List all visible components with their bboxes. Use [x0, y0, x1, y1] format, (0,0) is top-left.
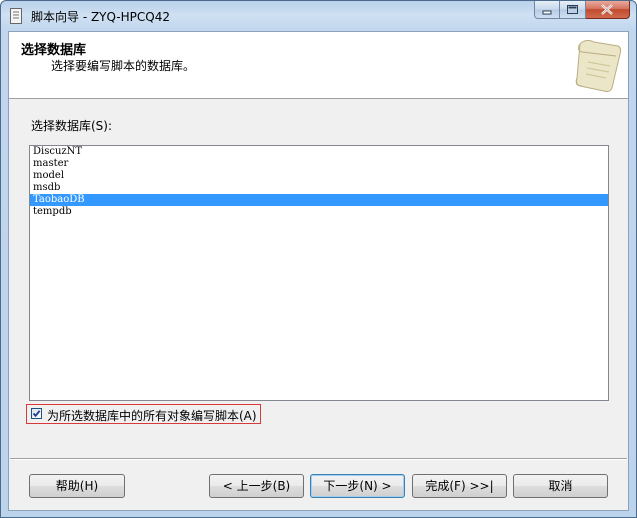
database-item-tempdb[interactable]: tempdb — [30, 206, 608, 218]
scroll-icon — [575, 39, 622, 93]
app-document-icon — [10, 8, 22, 24]
script-all-objects-checkbox[interactable] — [31, 408, 42, 419]
database-listbox[interactable]: DiscuzNT master model msdb TaobaoDB temp… — [29, 145, 609, 401]
help-button[interactable]: 帮助(H) — [29, 474, 125, 498]
close-button[interactable] — [586, 1, 630, 19]
database-item-taobaodb[interactable]: TaobaoDB — [30, 194, 608, 206]
minimize-icon — [542, 10, 552, 15]
caption-buttons — [534, 1, 630, 21]
script-all-objects-option[interactable]: 为所选数据库中的所有对象编写脚本(A) — [26, 404, 261, 424]
window-title: 脚本向导 - ZYQ-HPCQ42 — [31, 10, 170, 24]
back-button[interactable]: < 上一步(B) — [209, 474, 304, 498]
cancel-button[interactable]: 取消 — [513, 474, 608, 498]
database-list-label: 选择数据库(S): — [31, 119, 113, 133]
wizard-header: 选择数据库 选择要编写脚本的数据库。 — [9, 32, 628, 99]
close-icon — [601, 4, 613, 15]
minimize-button[interactable] — [534, 1, 560, 19]
page-title: 选择数据库 — [21, 43, 87, 58]
checkmark-icon — [32, 410, 41, 418]
maximize-icon — [567, 5, 578, 14]
database-item-msdb[interactable]: msdb — [30, 182, 608, 194]
title-bar[interactable]: 脚本向导 - ZYQ-HPCQ42 — [1, 1, 636, 31]
finish-button[interactable]: 完成(F) >>| — [412, 474, 507, 498]
database-item-master[interactable]: master — [30, 158, 608, 170]
page-subtitle: 选择要编写脚本的数据库。 — [51, 59, 196, 73]
database-item-model[interactable]: model — [30, 170, 608, 182]
script-wizard-window: 脚本向导 - ZYQ-HPCQ42 选择数据库 选择要编写脚本的数据库。 选择数… — [0, 0, 637, 518]
wizard-client-area: 选择数据库 选择要编写脚本的数据库。 选择数据库(S): DiscuzNT ma… — [8, 31, 629, 511]
database-item-discuznt[interactable]: DiscuzNT — [30, 146, 608, 158]
maximize-button[interactable] — [560, 1, 586, 19]
next-button[interactable]: 下一步(N) > — [310, 474, 405, 498]
footer-divider — [10, 458, 627, 460]
script-all-objects-label: 为所选数据库中的所有对象编写脚本(A) — [47, 409, 257, 423]
